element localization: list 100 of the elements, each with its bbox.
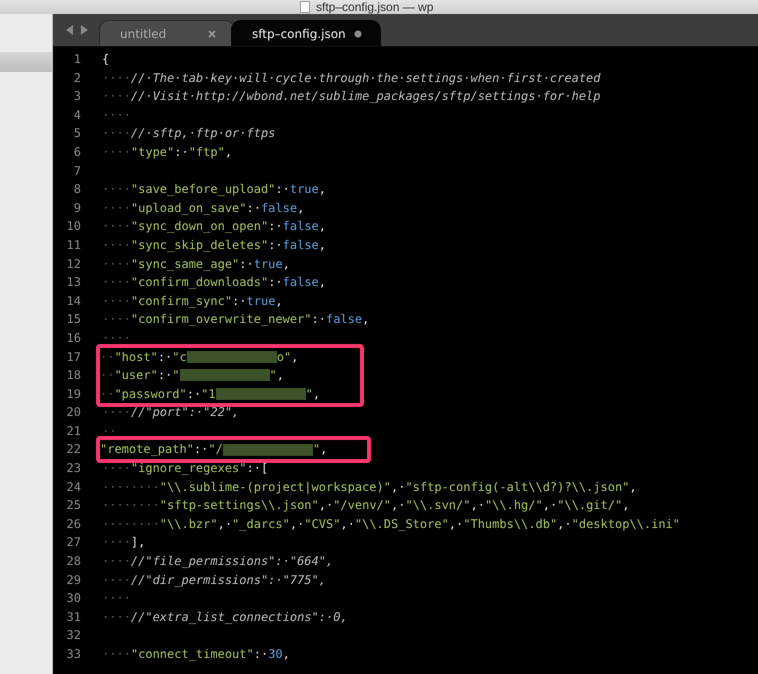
code-punctuation: , — [282, 646, 290, 663]
line-number: 31 — [66, 608, 81, 626]
code-string: " — [172, 367, 180, 384]
code-string: "/venv/" — [333, 497, 391, 514]
code-punctuation: :· — [268, 274, 283, 292]
code-boolean: true — [246, 292, 276, 310]
code-string: "\\.hg/" — [484, 497, 543, 514]
line-number: 19 — [66, 386, 81, 403]
line-number: 15 — [66, 311, 81, 328]
code-boolean: false — [260, 200, 298, 217]
line-number: 16 — [66, 330, 81, 347]
code-string: "c — [172, 348, 187, 366]
unsaved-dot-icon[interactable] — [354, 30, 362, 38]
code-string: "\\.svn/" — [405, 497, 470, 514]
code-punctuation: ,· — [542, 497, 558, 514]
code-string: "\\.git/" — [557, 497, 622, 514]
code-punctuation: ,· — [390, 478, 406, 496]
line-number: 6 — [72, 144, 81, 161]
code-punctuation: :· — [186, 386, 202, 403]
code-string: "password" — [114, 386, 187, 403]
whitespace-dots: ···· — [102, 125, 131, 142]
whitespace-dots: ···· — [102, 534, 131, 552]
code-punctuation: , — [224, 144, 232, 161]
code-punctuation: , — [297, 200, 304, 217]
whitespace-dots: ···· — [102, 181, 131, 198]
code-string: "CVS" — [304, 516, 340, 533]
code-punctuation: , — [312, 386, 320, 403]
line-number: 24 — [66, 478, 81, 496]
whitespace-dots: ·· — [100, 367, 114, 384]
code-string: "sync_same_age" — [130, 256, 240, 273]
code-punctuation: ,· — [290, 516, 304, 533]
code-string: "user" — [114, 367, 158, 384]
code-punctuation: :· — [268, 218, 283, 236]
line-number: 12 — [66, 256, 81, 273]
line-number: 32 — [66, 627, 81, 644]
line-number: 33 — [66, 646, 81, 663]
code-punctuation: , — [275, 292, 283, 310]
code-comment: //"extra_list_connections":·0, — [130, 608, 348, 626]
code-punctuation: ,· — [557, 516, 572, 533]
line-number: 10 — [66, 218, 81, 236]
code-punctuation: ,· — [318, 497, 334, 514]
code-punctuation: ], — [130, 534, 146, 552]
code-string: "remote_path" — [100, 441, 194, 458]
forward-arrow-icon[interactable] — [80, 25, 88, 35]
whitespace-dots: ···· — [102, 292, 131, 310]
sidebar-header — [0, 52, 52, 72]
whitespace-dots: ···· — [102, 590, 131, 608]
whitespace-dots: ·· — [100, 386, 114, 403]
line-number: 5 — [72, 125, 81, 142]
whitespace-dots: ···· — [102, 256, 131, 273]
whitespace-dots: ···· — [102, 460, 131, 478]
code-comment: //·Visit·http://wbond.net/sublime_packages/sftp/settings·for·help — [130, 88, 601, 106]
whitespace-dots: ········ — [102, 497, 160, 514]
code-string: "save_before_upload" — [130, 181, 276, 198]
whitespace-dots: ········ — [102, 478, 160, 496]
code-string: "/ — [208, 441, 223, 458]
code-punctuation: , — [318, 218, 326, 236]
code-punctuation: , — [362, 311, 370, 328]
whitespace-dots: ···· — [102, 218, 131, 236]
editor-tab[interactable]: sftp–config.json — [231, 20, 381, 46]
whitespace-dots: ···· — [102, 200, 131, 217]
code-punctuation: :· — [275, 181, 290, 198]
whitespace-dots: ···· — [102, 236, 131, 254]
code-punctuation: :· — [268, 236, 283, 254]
code-punctuation: , — [320, 441, 328, 458]
line-number: 20 — [66, 404, 81, 422]
code-string: "\\.bzr" — [160, 516, 218, 533]
code-punctuation: ,· — [470, 497, 485, 514]
code-string: "type" — [130, 144, 174, 161]
code-punctuation: :· — [194, 441, 208, 458]
code-number: 30 — [268, 646, 283, 663]
whitespace-dots: ···· — [102, 88, 131, 106]
tab-label: sftp–config.json — [252, 26, 346, 40]
editor-tab[interactable]: untitled — [99, 20, 235, 46]
whitespace-dots: ·· — [102, 422, 116, 440]
line-number: 3 — [72, 88, 81, 106]
whitespace-dots: ···· — [102, 553, 131, 570]
close-icon[interactable] — [208, 30, 216, 38]
code-punctuation: :· — [239, 256, 254, 273]
code-punctuation: :· — [232, 292, 247, 310]
code-punctuation: :· — [174, 144, 189, 161]
line-number: 26 — [66, 516, 81, 533]
code-punctuation: , — [276, 367, 284, 384]
line-number: 8 — [72, 181, 81, 198]
back-arrow-icon[interactable] — [66, 25, 74, 35]
line-number: 22 — [66, 441, 81, 458]
code-boolean: false — [282, 236, 319, 254]
code-punctuation: :· — [158, 348, 172, 366]
line-number: 25 — [66, 497, 81, 514]
line-number: 30 — [66, 590, 81, 608]
code-punctuation: ,· — [218, 516, 232, 533]
code-comment: //"dir_permissions":·"775", — [130, 572, 326, 589]
code-comment: //"file_permissions":·"664", — [130, 553, 334, 570]
line-number: 29 — [66, 572, 81, 589]
whitespace-dots: ···· — [102, 572, 131, 589]
code-string: "_darcs" — [232, 516, 290, 533]
whitespace-dots: ···· — [102, 274, 131, 292]
code-string: "ignore_regexes" — [130, 460, 246, 478]
code-string: " — [312, 441, 320, 458]
line-number: 23 — [66, 460, 81, 478]
